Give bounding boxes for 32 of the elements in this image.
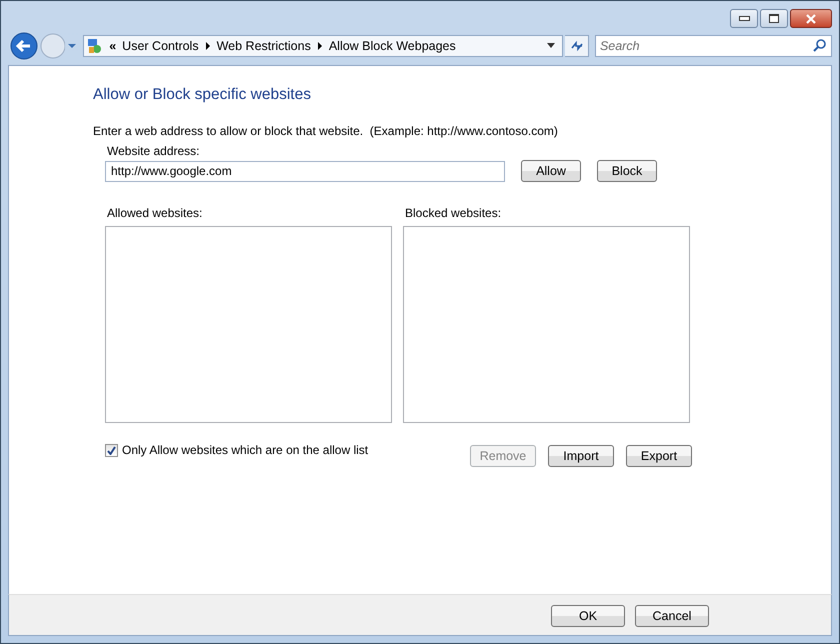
field-label: Website address:	[107, 144, 200, 158]
chevron-icon[interactable]	[204, 42, 211, 50]
back-icon[interactable]	[10, 32, 38, 60]
overflow-chevron[interactable]: «	[109, 39, 116, 53]
instruction-text: Enter a web address to allow or block that website. (Example: http://www.contoso.com)	[93, 124, 559, 138]
list-label: Blocked websites:	[405, 206, 502, 220]
checkbox-label[interactable]: Only Allow websites which are on the allow list	[122, 443, 368, 457]
search-icon[interactable]	[813, 39, 826, 52]
page-heading: Allow or Block specific websites	[93, 86, 312, 104]
checkbox[interactable]	[105, 444, 118, 456]
dialog-button[interactable]: OK	[551, 605, 625, 627]
chevron-icon[interactable]	[316, 42, 323, 50]
dropdown-icon[interactable]	[546, 43, 556, 49]
address-bar[interactable]: « User Controls Web Restrictions Allow Block Webpages	[83, 35, 564, 57]
maximize-button[interactable]	[760, 9, 788, 28]
website-address-field[interactable]: http://www.google.com	[105, 160, 505, 182]
close-icon	[805, 14, 817, 24]
action-button[interactable]: Allow	[521, 160, 581, 182]
dialog-button[interactable]: Cancel	[635, 605, 709, 627]
action-button[interactable]: Block	[597, 160, 657, 182]
refresh-icon	[568, 39, 585, 53]
close-button[interactable]	[790, 9, 832, 28]
list-button[interactable]: Import	[548, 445, 614, 467]
control-panel-icon	[87, 38, 104, 54]
refresh-button[interactable]	[565, 35, 589, 57]
search-field[interactable]: Search	[594, 35, 832, 57]
minimize-button[interactable]	[730, 9, 758, 28]
list-label: Allowed websites:	[107, 206, 204, 220]
list-button[interactable]: Export	[626, 445, 692, 467]
breadcrumb[interactable]: Allow Block Webpages	[328, 39, 456, 53]
breadcrumb[interactable]: Web Restrictions	[216, 39, 311, 53]
breadcrumb[interactable]: User Controls	[122, 39, 199, 53]
